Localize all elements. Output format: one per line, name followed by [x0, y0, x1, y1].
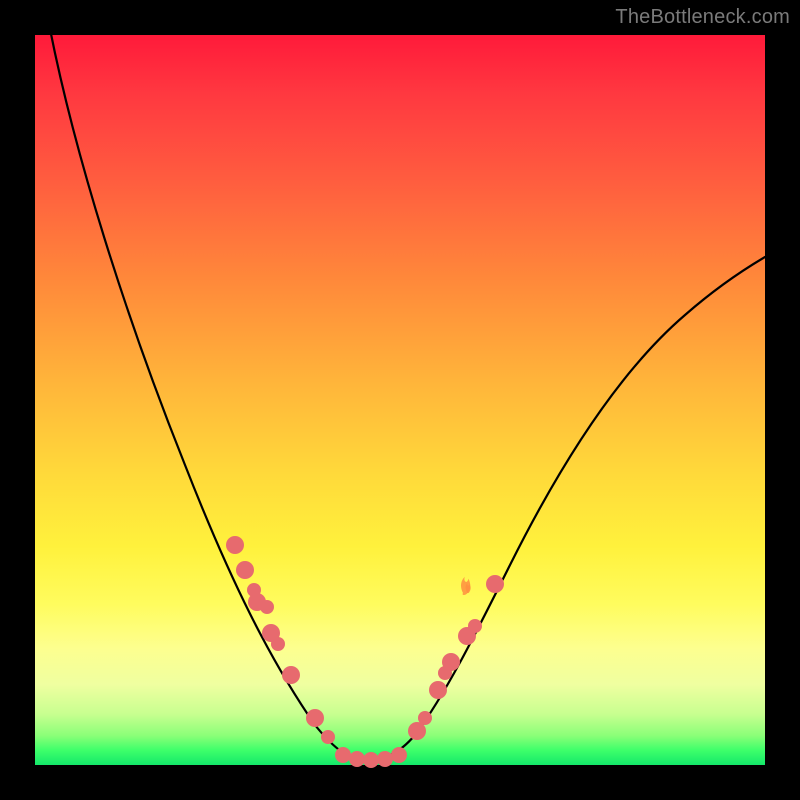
flame-icon [461, 577, 471, 595]
data-dot [236, 561, 254, 579]
data-dot [271, 637, 285, 651]
data-dot [363, 752, 379, 768]
data-dot [335, 747, 351, 763]
data-dot [282, 666, 300, 684]
data-dot [429, 681, 447, 699]
data-dot [391, 747, 407, 763]
data-dot [468, 619, 482, 633]
chart-svg [35, 35, 765, 765]
data-dot [442, 653, 460, 671]
data-dot [226, 536, 244, 554]
data-dot [321, 730, 335, 744]
data-dot [418, 711, 432, 725]
chart-frame: TheBottleneck.com [0, 0, 800, 800]
bottleneck-curve [50, 29, 765, 760]
plot-area [35, 35, 765, 765]
data-dot [260, 600, 274, 614]
data-dot [377, 751, 393, 767]
data-dot [486, 575, 504, 593]
data-dot [306, 709, 324, 727]
data-dot [349, 751, 365, 767]
watermark-text: TheBottleneck.com [615, 6, 790, 29]
